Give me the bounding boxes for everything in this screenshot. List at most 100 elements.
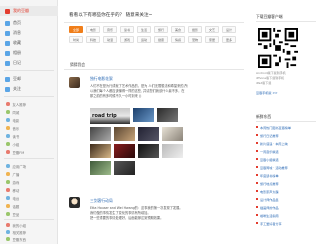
tab-anime[interactable]: 动漫 [103,36,117,43]
news-link[interactable]: 咖啡生活指南 [260,213,279,218]
dot-icon [6,110,10,114]
download-link-ipad[interactable]: iPad版下载 [256,81,271,85]
tab-games[interactable]: 游戏 [120,36,134,43]
sidebar-sub-item[interactable]: 电台 [0,194,58,202]
sidebar-item-label: 消息 [13,30,21,35]
house-icon [5,20,10,26]
photo-thumbnail[interactable] [114,144,135,158]
sidebar-sub-item[interactable]: 友人推荐 [0,100,58,108]
news-link[interactable]: 一周音乐精选 [260,149,279,154]
dot-icon [6,126,10,130]
sidebar-sub-item[interactable]: 豆品 [0,210,58,218]
sidebar-item-label: 我的豆瓣 [13,8,29,13]
bullet-icon [256,126,258,128]
divider [64,22,244,23]
photo-thumbnail[interactable] [138,127,159,141]
dot-icon [6,212,10,216]
photo-thumbnail[interactable] [114,161,135,175]
sidebar-item-my-douban[interactable]: 我的豆瓣 [0,6,58,16]
sidebar-item-messages[interactable]: 消息 [0,28,58,38]
photo-thumbnail[interactable] [114,127,135,141]
tab-health[interactable]: 健康 [154,36,168,43]
tab-photo[interactable]: 摄影 [188,26,202,33]
sidebar-sub-label: 小组 [12,142,20,147]
tab-music[interactable]: 音乐 [103,26,117,33]
news-link[interactable]: 豆瓣同城 · 活动推荐 [260,165,288,170]
bullet-icon [256,222,258,224]
news-link[interactable]: 本周热门图书豆瓣榜单 [260,125,291,130]
news-link[interactable]: 新片速递 · 本周上映 [260,141,288,146]
news-link[interactable]: 旅行地点推荐 [260,181,279,186]
sidebar-item-mail[interactable]: 豆邮 [0,74,58,84]
news-link[interactable]: 插画师的作品 [260,205,279,210]
photo-thumbnail[interactable]: road trip [90,108,130,124]
avatar[interactable] [69,197,80,208]
tab-sports[interactable]: 运动 [137,36,151,43]
photo-thumbnail[interactable] [90,144,111,158]
tab-home[interactable]: 家居 [205,36,219,43]
tab-pets[interactable]: 宠物 [188,36,202,43]
tab-emotion[interactable]: 情感 [171,36,185,43]
photo-thumbnail[interactable] [162,127,183,141]
tab-movie[interactable]: 电影 [86,26,100,33]
sidebar-divider [4,219,54,220]
tab-all[interactable]: 全部 [69,26,83,33]
home-icon [5,8,10,14]
sidebar-item-follow[interactable]: 关注 [0,84,58,94]
bullet-icon [256,158,258,160]
mobile-version-link[interactable]: 豆瓣手机版 >> [256,90,278,95]
sidebar-sub-item[interactable]: 移动 [0,186,58,194]
sidebar-item-album[interactable]: 相册 [0,48,58,58]
tab-books[interactable]: 读书 [120,26,134,33]
sidebar-sub-item[interactable]: 广播 [0,170,58,178]
sidebar-sub-item[interactable]: 豆瓣东西 [0,235,58,243]
tab-food[interactable]: 美食 [171,26,185,33]
photo-thumbnail[interactable] [90,127,111,141]
bullet-icon [256,174,258,176]
sidebar-sub-item[interactable]: 音乐 [0,124,58,132]
tab-fashion[interactable]: 时尚 [69,36,83,43]
tab-design[interactable]: 设计 [222,26,236,33]
sidebar-sub-item[interactable]: 话题 [0,202,58,210]
news-link[interactable]: 手工爱好者分享 [260,221,282,226]
tab-more[interactable]: 更多 [222,36,236,43]
sidebar-sub-item[interactable]: 豆瓣FM [0,148,58,156]
sidebar-sub-label: 豆瓣东西 [12,237,27,242]
photo-thumbnail[interactable] [162,144,183,158]
dot-icon [6,150,10,154]
diary-icon [5,60,10,66]
tab-arts[interactable]: 文艺 [205,26,219,33]
news-link[interactable]: 旅行日记推荐 [260,133,279,138]
news-link[interactable]: 豆瓣小组精选 [260,157,279,162]
sidebar-item-label: 豆邮 [13,76,21,81]
photo-thumbnail[interactable] [90,161,111,175]
sidebar-sub-label: 游戏 [12,180,20,185]
avatar[interactable] [69,77,80,88]
news-link[interactable]: 设计师作品集 [260,197,279,202]
photo-thumbnail[interactable] [133,108,154,122]
sidebar-sub-item[interactable]: 电影 [0,116,58,124]
tab-travel[interactable]: 旅行 [154,26,168,33]
tab-life[interactable]: 生活 [137,26,151,33]
sidebar-sub-item[interactable]: 应用广场 [0,162,58,170]
post-user-link[interactable]: 独行电影花絮 [90,76,113,82]
mail-icon [5,76,10,82]
post-user-link[interactable]: 三剑客行动局 [90,198,113,204]
sidebar-item-diary[interactable]: 日记 [0,58,58,68]
sidebar-sub-item[interactable]: 游戏 [0,178,58,186]
tab-tech[interactable]: 科技 [86,36,100,43]
sidebar-sub-item[interactable]: 读书 [0,132,58,140]
sidebar-sub-item[interactable]: 同城 [0,108,58,116]
sidebar-sub-item[interactable]: 小组 [0,140,58,148]
download-link-iphone[interactable]: iPhone版下载到手机 [256,76,284,80]
sidebar-sub-label: 移动 [12,188,20,193]
news-link[interactable]: 电影原声大碟 [260,189,279,194]
sidebar-item-favorites[interactable]: 收藏 [0,38,58,48]
photo-thumbnail[interactable] [138,144,159,158]
sidebar-sub-label: 音乐 [12,126,20,131]
download-link-android[interactable]: Android版下载到手机 [256,71,286,75]
news-link[interactable]: 年度读书榜单 [260,173,279,178]
divider [64,69,244,70]
sidebar-item-home[interactable]: 首页 [0,18,58,28]
photo-thumbnail[interactable] [157,108,178,122]
